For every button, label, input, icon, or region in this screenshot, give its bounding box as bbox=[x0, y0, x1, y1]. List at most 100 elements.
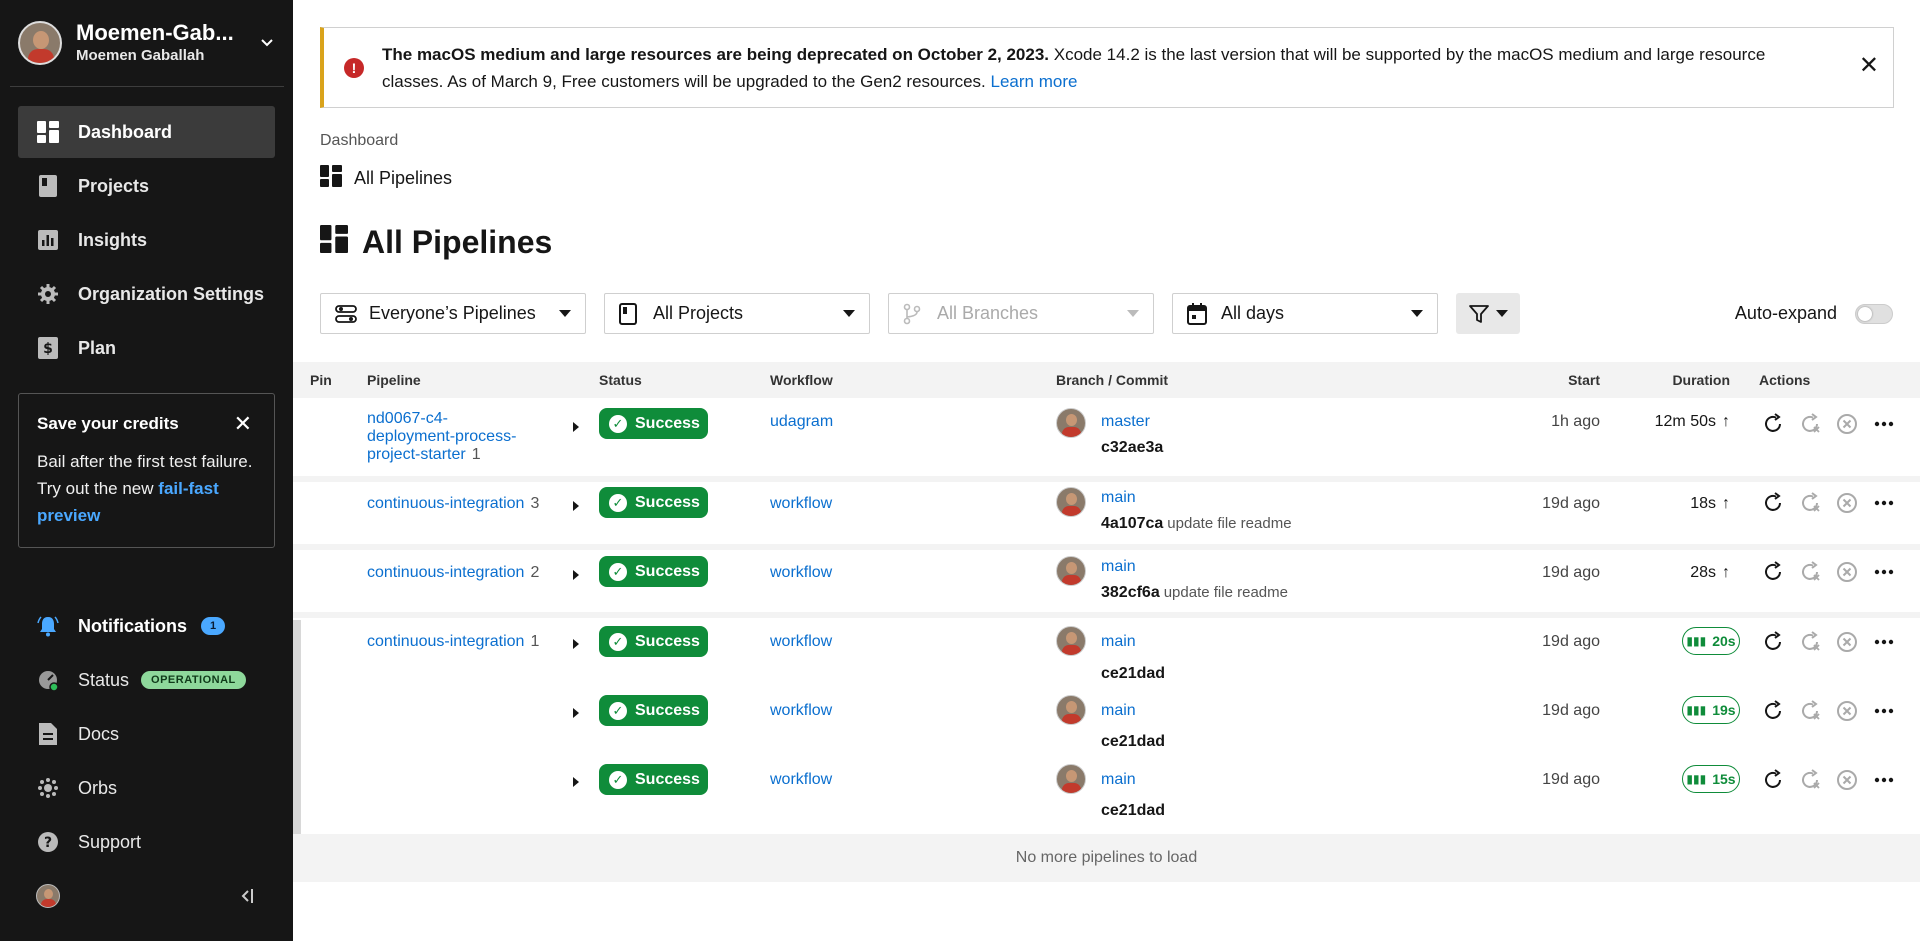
expand-icon[interactable] bbox=[573, 501, 579, 511]
rerun-icon[interactable] bbox=[1759, 558, 1787, 586]
cancel-icon[interactable] bbox=[1833, 410, 1861, 438]
rerun-failed-icon[interactable] bbox=[1796, 410, 1824, 438]
user-avatar[interactable] bbox=[36, 884, 60, 908]
breadcrumb[interactable]: Dashboard bbox=[320, 132, 398, 150]
workflow-link[interactable]: workflow bbox=[770, 702, 832, 720]
cancel-icon[interactable] bbox=[1833, 628, 1861, 656]
close-icon[interactable]: ✕ bbox=[1859, 54, 1879, 78]
cancel-icon[interactable] bbox=[1833, 489, 1861, 517]
status-badge[interactable]: ✓ Success bbox=[599, 556, 708, 587]
rerun-failed-icon[interactable] bbox=[1796, 558, 1824, 586]
rerun-icon[interactable] bbox=[1759, 628, 1787, 656]
cancel-icon[interactable] bbox=[1833, 558, 1861, 586]
sidebar-item-plan[interactable]: $ Plan bbox=[18, 322, 275, 374]
duration-badge[interactable]: ▮▮▮ 15s bbox=[1682, 765, 1740, 793]
branch-link[interactable]: main bbox=[1101, 702, 1136, 720]
caret-down-icon bbox=[559, 310, 571, 317]
commit-hash[interactable]: 4a107ca bbox=[1101, 515, 1163, 532]
sidebar-item-orbs[interactable]: Orbs bbox=[18, 761, 275, 815]
sidebar-item-dashboard[interactable]: Dashboard bbox=[18, 106, 275, 158]
status-badge[interactable]: ✓ Success bbox=[599, 408, 708, 439]
workflow-link[interactable]: workflow bbox=[770, 564, 832, 582]
pipeline-link[interactable]: continuous-integration bbox=[367, 564, 524, 581]
pipeline-link[interactable]: continuous-integration bbox=[367, 633, 524, 650]
org-switcher[interactable]: Moemen-Gab... Moemen Gaballah bbox=[18, 18, 276, 68]
sidebar-item-status[interactable]: Status OPERATIONAL bbox=[18, 653, 275, 707]
pipelines-filter-dropdown[interactable]: Everyone’s Pipelines bbox=[320, 293, 586, 334]
more-icon[interactable] bbox=[1870, 766, 1898, 794]
more-icon[interactable] bbox=[1870, 489, 1898, 517]
column-header-start: Start bbox=[1568, 372, 1600, 388]
sidebar-item-label: Notifications bbox=[78, 615, 188, 636]
branches-filter-dropdown[interactable]: All Branches bbox=[888, 293, 1154, 334]
status-icon bbox=[36, 668, 60, 692]
svg-text:$: $ bbox=[43, 341, 53, 357]
expand-icon[interactable] bbox=[573, 422, 579, 432]
commit-hash[interactable]: ce21dad bbox=[1101, 802, 1165, 819]
workflow-link[interactable]: udagram bbox=[770, 413, 833, 431]
rerun-icon[interactable] bbox=[1759, 410, 1787, 438]
sidebar-item-docs[interactable]: Docs bbox=[18, 707, 275, 761]
sidebar-item-organization-settings[interactable]: Organization Settings bbox=[18, 268, 275, 320]
commit-hash[interactable]: ce21dad bbox=[1101, 665, 1165, 682]
commit-hash[interactable]: 382cf6a bbox=[1101, 584, 1160, 601]
pipeline-name-cell: continuous-integration 2 bbox=[367, 564, 607, 582]
rerun-icon[interactable] bbox=[1759, 697, 1787, 725]
more-icon[interactable] bbox=[1870, 628, 1898, 656]
branch-link[interactable]: main bbox=[1101, 558, 1136, 576]
workflow-link[interactable]: workflow bbox=[770, 771, 832, 789]
cancel-icon[interactable] bbox=[1833, 697, 1861, 725]
sidebar-item-notifications[interactable]: Notifications 1 bbox=[18, 599, 275, 653]
no-more-pipelines: No more pipelines to load bbox=[293, 834, 1920, 882]
more-icon[interactable] bbox=[1870, 697, 1898, 725]
status-badge[interactable]: ✓ Success bbox=[599, 487, 708, 518]
days-filter-dropdown[interactable]: All days bbox=[1172, 293, 1438, 334]
more-icon[interactable] bbox=[1870, 558, 1898, 586]
rerun-failed-icon[interactable] bbox=[1796, 766, 1824, 794]
rerun-icon[interactable] bbox=[1759, 766, 1787, 794]
expand-icon[interactable] bbox=[573, 708, 579, 718]
branch-link[interactable]: main bbox=[1101, 771, 1136, 789]
branch-link[interactable]: master bbox=[1101, 413, 1150, 431]
start-time: 1h ago bbox=[1551, 413, 1600, 430]
workflow-link[interactable]: workflow bbox=[770, 495, 832, 513]
status-badge[interactable]: ✓ Success bbox=[599, 764, 708, 795]
branch-link[interactable]: main bbox=[1101, 489, 1136, 507]
rerun-icon[interactable] bbox=[1759, 489, 1787, 517]
table-header: Pin Pipeline Status Workflow Branch / Co… bbox=[293, 362, 1920, 398]
commit-hash[interactable]: ce21dad bbox=[1101, 733, 1165, 750]
commit-hash[interactable]: c32ae3a bbox=[1101, 439, 1163, 456]
projects-filter-dropdown[interactable]: All Projects bbox=[604, 293, 870, 334]
credits-body: Bail after the first test failure. Try o… bbox=[37, 452, 253, 498]
collapse-sidebar-icon[interactable] bbox=[238, 887, 256, 905]
pipeline-number: 2 bbox=[530, 564, 540, 581]
duration-badge[interactable]: ▮▮▮ 19s bbox=[1682, 696, 1740, 724]
branch-link[interactable]: main bbox=[1101, 633, 1136, 651]
sidebar-item-projects[interactable]: Projects bbox=[18, 160, 275, 212]
pipeline-link[interactable]: continuous-integration bbox=[367, 495, 524, 512]
row-actions bbox=[1759, 558, 1907, 586]
status-badge[interactable]: ✓ Success bbox=[599, 626, 708, 657]
rerun-failed-icon[interactable] bbox=[1796, 489, 1824, 517]
rerun-failed-icon[interactable] bbox=[1796, 628, 1824, 656]
pipeline-link[interactable]: nd0067-c4-deployment-process-project-sta… bbox=[367, 410, 516, 463]
auto-expand-toggle[interactable] bbox=[1855, 303, 1893, 324]
scrollbar[interactable] bbox=[293, 620, 301, 834]
expand-icon[interactable] bbox=[573, 639, 579, 649]
expand-icon[interactable] bbox=[573, 777, 579, 787]
duration-value: 19s bbox=[1712, 702, 1736, 718]
sidebar-item-support[interactable]: ? Support bbox=[18, 815, 275, 869]
rerun-failed-icon[interactable] bbox=[1796, 697, 1824, 725]
close-icon[interactable]: ✕ bbox=[234, 413, 252, 435]
learn-more-link[interactable]: Learn more bbox=[991, 72, 1078, 91]
workflow-link[interactable]: workflow bbox=[770, 633, 832, 651]
row-actions bbox=[1759, 628, 1907, 656]
chevron-down-icon[interactable] bbox=[258, 34, 276, 52]
more-icon[interactable] bbox=[1870, 410, 1898, 438]
duration-badge[interactable]: ▮▮▮ 20s bbox=[1682, 627, 1740, 655]
expand-icon[interactable] bbox=[573, 570, 579, 580]
filter-button[interactable] bbox=[1456, 293, 1520, 334]
cancel-icon[interactable] bbox=[1833, 766, 1861, 794]
sidebar-item-insights[interactable]: Insights bbox=[18, 214, 275, 266]
status-badge[interactable]: ✓ Success bbox=[599, 695, 708, 726]
